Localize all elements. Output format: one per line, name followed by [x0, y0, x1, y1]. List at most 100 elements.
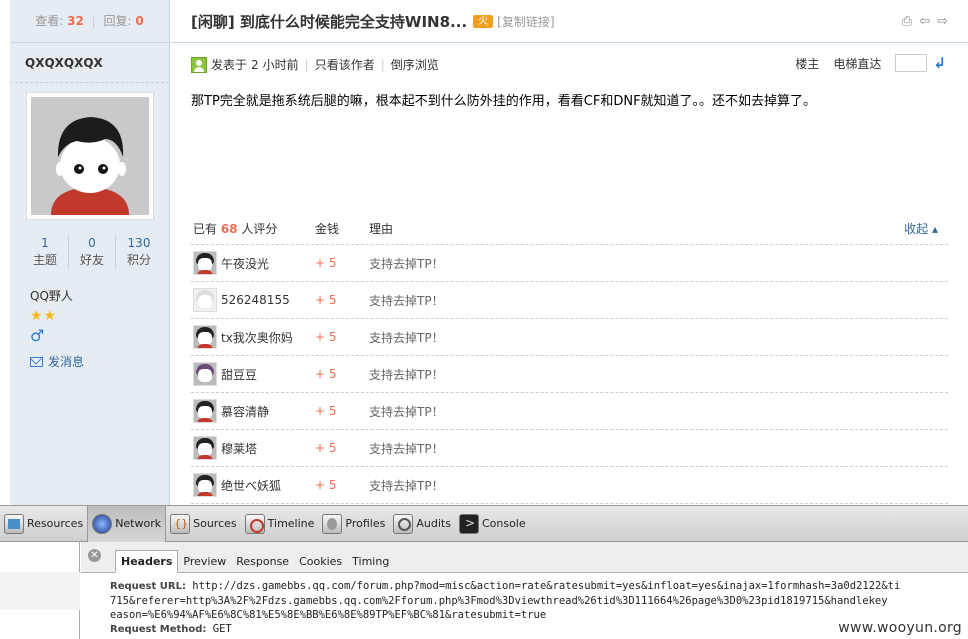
views-count: 32 — [67, 14, 84, 28]
online-user-icon — [191, 56, 207, 73]
author-avatar[interactable] — [26, 92, 154, 220]
count-points[interactable]: 130 积分 — [116, 235, 162, 269]
rater-avatar[interactable] — [193, 251, 217, 275]
request-list-row[interactable] — [0, 572, 80, 610]
rater-name[interactable]: tx我次奥你妈 — [221, 329, 293, 346]
request-url-line[interactable]: 715&referer=http%3A%2F%2Fdzs.gamebbs.qq.… — [110, 594, 968, 608]
profiles-icon — [322, 513, 343, 534]
tab-preview[interactable]: Preview — [178, 551, 231, 572]
rating-reason: 支持去掉TP！ — [369, 404, 444, 419]
post-main: [闲聊] 到底什么时候能完全支持WIN8... 火 [复制链接] ⎙ ⇦ ⇨ 发… — [171, 0, 968, 505]
rater-avatar[interactable] — [193, 399, 217, 423]
tab-sources[interactable]: Sources — [166, 506, 241, 542]
rating-money: + 5 — [315, 330, 337, 344]
meta-separator: | — [380, 57, 385, 72]
post-meta: 发表于 2 小时前 | 只看该作者 | 倒序浏览 — [191, 56, 439, 73]
rating-row: 午夜没光 + 5 支持去掉TP！ — [191, 245, 948, 282]
only-author-link[interactable]: 只看该作者 — [315, 56, 375, 73]
user-group[interactable]: QQ野人 — [30, 287, 73, 304]
author-username[interactable]: QXQXQXQX — [10, 43, 169, 83]
request-list[interactable] — [0, 542, 80, 639]
tab-response[interactable]: Response — [231, 551, 294, 572]
floor-owner-label: 楼主 — [795, 56, 820, 71]
count-friends[interactable]: 0 好友 — [69, 235, 116, 269]
tab-resources[interactable]: Resources — [0, 506, 87, 542]
tab-timeline[interactable]: Timeline — [241, 506, 319, 542]
rater-avatar[interactable] — [193, 288, 217, 312]
tab-timing[interactable]: Timing — [347, 551, 394, 572]
rating-reason: 支持去掉TP！ — [369, 441, 444, 456]
thread-title[interactable]: [闲聊] 到底什么时候能完全支持WIN8... — [191, 11, 467, 32]
rating-row: 绝世べ妖狐 + 5 支持去掉TP！ — [191, 467, 948, 504]
tab-profiles[interactable]: Profiles — [318, 506, 389, 542]
close-icon[interactable]: ✕ — [88, 549, 101, 562]
rater-avatar[interactable] — [193, 325, 217, 349]
floor-jump-label: 电梯直达 — [833, 56, 882, 71]
male-gender-icon: ♂ — [30, 326, 45, 345]
star-rank-icon: ★★ — [30, 308, 58, 324]
tab-audits[interactable]: Audits — [389, 506, 455, 542]
floor-tools: 楼主 电梯直达 ↲ — [795, 54, 946, 72]
watermark: www.wooyun.org — [832, 617, 968, 639]
column-money: 金钱 — [315, 221, 340, 236]
request-method-value: GET — [212, 623, 232, 635]
inspector-toolbar: Resources Network Sources Timeline Profi… — [0, 505, 968, 542]
posted-suffix: 小时前 — [262, 58, 299, 72]
timeline-icon — [244, 513, 265, 534]
rating-row: tx我次奥你妈 + 5 支持去掉TP！ — [191, 319, 948, 356]
collapse-button[interactable]: 收起 ▴ — [904, 220, 948, 237]
rating-count-number: 68 — [220, 221, 238, 236]
rater-name[interactable]: 绝世べ妖狐 — [221, 477, 281, 494]
rating-count[interactable]: 已有 68 人评分 — [191, 220, 315, 237]
post-content: 那TP完全就是拖系统后腿的嘛，根本起不到什么防外挂的作用，看看CF和DNF就知道… — [191, 94, 817, 109]
views-label: 查看: — [35, 14, 64, 28]
detail-tabs: ✕ Headers Preview Response Cookies Timin… — [81, 542, 968, 573]
count-threads[interactable]: 1 主题 — [22, 235, 69, 269]
rating-reason: 支持去掉TP！ — [369, 256, 444, 271]
resources-icon — [4, 513, 24, 534]
reverse-order-link[interactable]: 倒序浏览 — [391, 56, 439, 73]
rating-row: 526248155 + 5 支持去掉TP！ — [191, 282, 948, 319]
rater-avatar[interactable] — [193, 436, 217, 460]
print-icon[interactable]: ⎙ — [902, 14, 912, 29]
tab-console[interactable]: Console — [455, 506, 530, 542]
send-message-link[interactable]: 发消息 — [30, 353, 84, 370]
author-counts: 1 主题 0 好友 130 积分 — [22, 235, 162, 269]
rater-avatar[interactable] — [193, 362, 217, 386]
previous-thread-icon[interactable]: ⇦ — [919, 14, 930, 29]
network-icon — [92, 513, 113, 534]
go-arrow-icon[interactable]: ↲ — [933, 54, 946, 72]
author-sidebar: 查看: 32 | 回复: 0 QXQXQXQX 1 主题 0 好友 130 积分… — [10, 0, 170, 505]
tab-cookies[interactable]: Cookies — [294, 551, 347, 572]
send-message-label: 发消息 — [48, 355, 85, 369]
floor-number-input[interactable] — [895, 54, 928, 72]
envelope-icon — [30, 356, 43, 367]
rater-avatar[interactable] — [193, 473, 217, 497]
next-thread-icon[interactable]: ⇨ — [937, 14, 948, 29]
replies-label: 回复: — [103, 14, 132, 28]
rater-name[interactable]: 甜豆豆 — [221, 366, 257, 383]
meta-separator: | — [304, 57, 309, 72]
stats-separator: | — [91, 14, 96, 28]
avatar-cartoon-image — [31, 97, 149, 215]
rating-reason: 支持去掉TP！ — [369, 367, 444, 382]
rating-row: 甜豆豆 + 5 支持去掉TP！ — [191, 356, 948, 393]
request-url-line[interactable]: http://dzs.gamebbs.qq.com/forum.php?mod=… — [192, 580, 900, 592]
rater-name[interactable]: 慕容清静 — [221, 403, 269, 420]
copy-link-button[interactable]: [复制链接] — [497, 13, 554, 30]
audits-icon — [393, 513, 414, 534]
web-inspector: Resources Network Sources Timeline Profi… — [0, 505, 968, 639]
console-icon — [458, 513, 479, 534]
rating-money: + 5 — [315, 367, 337, 381]
rating-header: 已有 68 人评分 金钱 理由 收起 ▴ — [191, 212, 948, 245]
tab-headers[interactable]: Headers — [115, 550, 179, 573]
rating-money: + 5 — [315, 478, 337, 492]
tab-network[interactable]: Network — [87, 505, 167, 542]
rater-name[interactable]: 穆莱塔 — [221, 440, 257, 457]
rater-name[interactable]: 526248155 — [221, 293, 290, 307]
rating-row: 慕容清静 + 5 支持去掉TP！ — [191, 393, 948, 430]
rating-money: + 5 — [315, 293, 337, 307]
rating-reason: 支持去掉TP！ — [369, 330, 444, 345]
rater-name[interactable]: 午夜没光 — [221, 255, 269, 272]
rating-reason: 支持去掉TP！ — [369, 478, 444, 493]
